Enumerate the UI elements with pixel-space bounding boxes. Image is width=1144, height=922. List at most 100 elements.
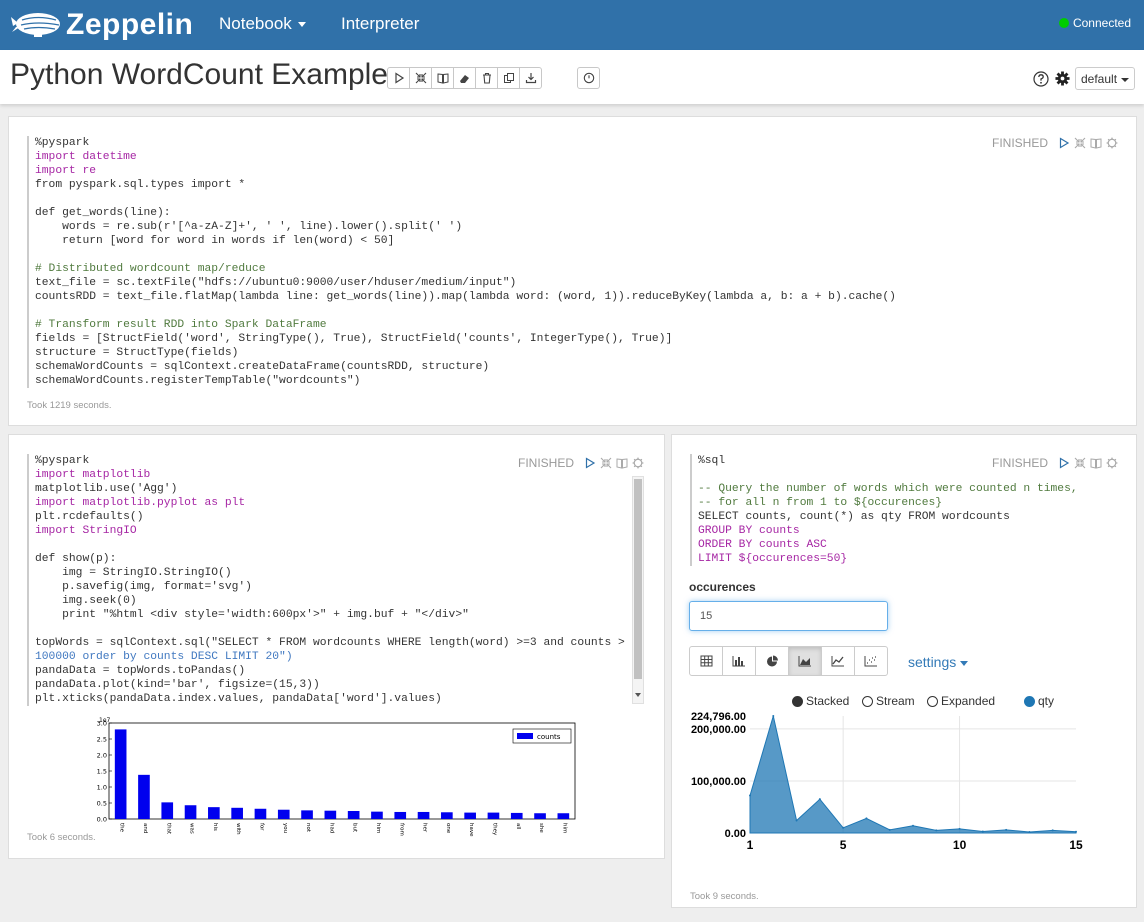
- data-point: [1028, 830, 1031, 833]
- hide-output-button[interactable]: [1090, 457, 1102, 469]
- scatter-chart-view-button[interactable]: [854, 646, 888, 676]
- paragraph-settings-button[interactable]: [1106, 137, 1118, 149]
- download-icon: [525, 73, 536, 84]
- x-tick-label: from: [398, 823, 404, 836]
- occurences-input[interactable]: [689, 601, 888, 631]
- bar: [347, 811, 360, 819]
- collapse-icon: [1074, 137, 1086, 149]
- chart-settings-toggle[interactable]: settings: [908, 654, 969, 670]
- line-chart-view-button[interactable]: [821, 646, 855, 676]
- clone-notebook-button[interactable]: [497, 67, 520, 89]
- code-line: print "%html <div style='width:600px'>" …: [35, 609, 469, 621]
- data-point: [842, 826, 845, 829]
- data-point: [1075, 830, 1077, 833]
- data-point: [958, 827, 961, 830]
- x-tick-label: him: [561, 823, 567, 833]
- scheduler-button[interactable]: [577, 67, 600, 89]
- y-tick-label: 1.0: [97, 784, 107, 792]
- code-line: schemaWordCounts = sqlContext.createData…: [35, 361, 490, 373]
- nav-notebook-menu[interactable]: Notebook: [219, 14, 306, 34]
- legend-dot-icon: [1024, 695, 1035, 707]
- radio-icon: [862, 695, 873, 707]
- x-tick-label: that: [165, 823, 171, 835]
- bar: [301, 810, 313, 819]
- code-line: text_file = sc.textFile("hdfs://ubuntu0:…: [35, 277, 517, 289]
- run-paragraph-button[interactable]: [1058, 137, 1070, 149]
- brand[interactable]: Zeppelin: [10, 6, 193, 44]
- toggle-output-button[interactable]: [431, 67, 454, 89]
- code-line: 100000 order by counts DESC LIMIT 20"): [35, 651, 293, 663]
- code-line: import matplotlib: [35, 469, 151, 481]
- delete-notebook-button[interactable]: [475, 67, 498, 89]
- brand-name: Zeppelin: [66, 8, 194, 41]
- code-line: SELECT counts, count(*) as qty FROM word…: [698, 511, 1010, 523]
- gear-icon: [1106, 457, 1118, 469]
- bar: [534, 813, 546, 819]
- code-line: import re: [35, 165, 97, 177]
- toggle-editor-button[interactable]: [409, 67, 432, 89]
- hide-output-button[interactable]: [1090, 137, 1102, 149]
- data-point: [1051, 829, 1054, 832]
- code-line: # Distributed wordcount map/reduce: [35, 263, 266, 275]
- table-view-button[interactable]: [689, 646, 723, 676]
- bar-chart-view-button[interactable]: [722, 646, 756, 676]
- export-notebook-button[interactable]: [519, 67, 542, 89]
- data-point: [935, 829, 938, 832]
- code-editor[interactable]: %pyspark import matplotlib matplotlib.us…: [27, 454, 625, 706]
- data-point: [981, 830, 984, 833]
- paragraph-status: FINISHED: [991, 136, 1048, 150]
- chevron-down-icon: [960, 660, 969, 666]
- code-line: p.savefig(img, format='svg'): [35, 581, 252, 593]
- bar: [161, 802, 174, 819]
- code-line: countsRDD = text_file.flatMap(lambda lin…: [35, 291, 896, 303]
- scroll-down-icon[interactable]: [634, 691, 642, 699]
- bar-chart: 1e70.00.51.01.52.02.53.0the and that was his…: [97, 717, 576, 837]
- code-editor[interactable]: %pyspark import datetime import re from …: [27, 136, 896, 388]
- help-button[interactable]: [1033, 71, 1049, 92]
- y-tick-label: 2.0: [97, 752, 107, 760]
- code-line: schemaWordCounts.registerTempTable("word…: [35, 375, 361, 387]
- notebook-title[interactable]: Python WordCount Example: [10, 58, 388, 92]
- code-editor[interactable]: %sql -- Query the number of words which …: [690, 454, 1078, 566]
- bar: [394, 811, 407, 819]
- paragraph-settings-button[interactable]: [1106, 457, 1118, 469]
- execution-time: Took 1219 seconds.: [27, 400, 112, 411]
- clock-icon: [583, 72, 594, 84]
- book-icon: [1090, 138, 1102, 149]
- hide-editor-button[interactable]: [1074, 137, 1086, 149]
- interpreter-settings-button[interactable]: [1055, 71, 1070, 91]
- area-series-qty: [749, 715, 1077, 834]
- code-line: import matplotlib.pyplot as plt: [35, 497, 246, 509]
- code-line: import datetime: [35, 151, 137, 163]
- paragraph-settings-button[interactable]: [632, 457, 644, 469]
- scrollbar-thumb[interactable]: [634, 479, 642, 679]
- x-tick-label: for: [258, 823, 264, 831]
- code-line: %pyspark: [35, 137, 90, 149]
- x-tick-label: his: [212, 823, 218, 831]
- x-tick-label: have: [468, 823, 474, 837]
- run-all-button[interactable]: [387, 67, 410, 89]
- area-chart-view-button[interactable]: [788, 646, 822, 676]
- bar: [184, 805, 197, 819]
- code-line: -- Query the number of words which were …: [698, 483, 1078, 495]
- nav-interpreter-link[interactable]: Interpreter: [341, 14, 419, 34]
- clear-output-button[interactable]: [453, 67, 476, 89]
- y-tick-label: 0.0: [97, 816, 107, 824]
- book-icon: [1090, 458, 1102, 469]
- paragraph-2: FINISHED %pyspark import matplotlib matp…: [8, 434, 665, 859]
- paragraph-1-controls: FINISHED: [992, 136, 1118, 150]
- pie-chart-view-button[interactable]: [755, 646, 789, 676]
- bar: [254, 808, 267, 819]
- x-tick-label: but: [352, 823, 358, 833]
- look-and-feel-dropdown[interactable]: default: [1075, 67, 1135, 90]
- top-navbar: Zeppelin Notebook Interpreter Connected: [0, 0, 1144, 50]
- notebook-actions: [387, 67, 542, 89]
- data-point: [818, 798, 821, 801]
- x-tick-label: 1: [747, 838, 754, 852]
- editor-scrollbar[interactable]: [632, 476, 644, 704]
- code-line: pandaData = topWords.toPandas(): [35, 665, 246, 677]
- x-tick-label: with: [235, 823, 241, 835]
- y-tick-label: 200,000.00: [691, 724, 746, 736]
- execution-time: Took 9 seconds.: [690, 891, 759, 902]
- zeppelin-logo-icon: [11, 13, 60, 37]
